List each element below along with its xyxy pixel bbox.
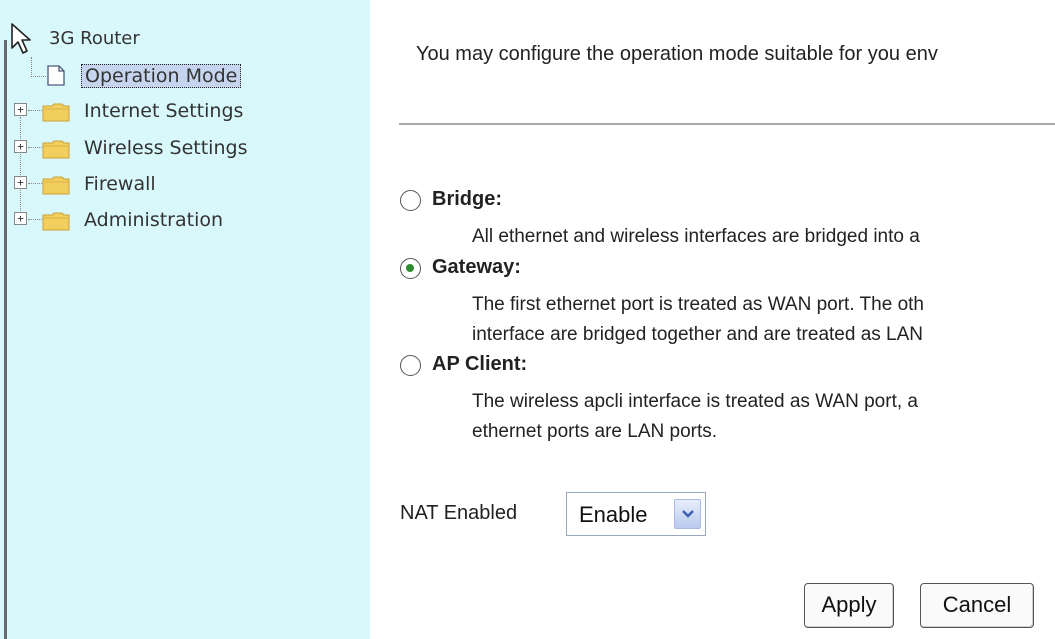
main-content: You may configure the operation mode sui… [370,0,1055,639]
gateway-radio[interactable] [400,258,421,279]
nat-select[interactable]: Enable [566,492,706,536]
tree-connector [28,110,42,111]
tree-connector [28,219,42,220]
divider [399,123,1055,125]
expand-plus-icon[interactable]: + [14,140,27,153]
nat-label: NAT Enabled [400,502,518,524]
tree-connector [31,76,46,77]
mouse-cursor-icon [11,23,31,54]
tree-connector [20,117,21,223]
tree-connector [31,57,32,77]
option-description: The first ethernet port is treated as WA… [472,290,924,350]
description-line: interface are bridged together and are t… [472,324,924,345]
nat-select-value: Enable [579,502,648,527]
page-description: You may configure the operation mode sui… [416,43,938,65]
page-icon [47,65,65,86]
dropdown-arrow-icon[interactable] [674,499,701,529]
sidebar-item-label: Internet Settings [84,100,244,122]
ap-client-radio[interactable] [400,355,421,376]
folder-icon [42,140,70,159]
expand-plus-icon[interactable]: + [14,103,27,116]
cancel-button[interactable]: Cancel [920,583,1034,628]
expand-plus-icon[interactable]: + [14,212,27,225]
sidebar-item-label: Firewall [84,173,156,195]
navigation-sidebar: 3G Router Operation Mode + Internet Sett… [0,0,370,639]
folder-icon [42,176,70,195]
bridge-radio[interactable] [400,190,421,211]
option-description: The wireless apcli interface is treated … [472,387,918,447]
apply-button[interactable]: Apply [804,583,894,628]
description-line: The wireless apcli interface is treated … [472,391,918,412]
option-title: Gateway: [432,256,521,278]
expand-plus-icon[interactable]: + [14,176,27,189]
option-description: All ethernet and wireless interfaces are… [472,222,920,252]
folder-icon [42,212,70,231]
tree-connector [28,147,42,148]
description-line: The first ethernet port is treated as WA… [472,294,924,315]
sidebar-item-label: Administration [84,209,224,231]
sidebar-item-label: Operation Mode [81,64,242,88]
sidebar-edge [4,40,7,639]
sidebar-item-label: Wireless Settings [84,137,248,159]
tree-root[interactable]: 3G Router [49,28,140,49]
description-line: ethernet ports are LAN ports. [472,421,718,442]
option-title: Bridge: [432,188,502,210]
description-line: All ethernet and wireless interfaces are… [472,226,920,247]
tree-connector [28,183,42,184]
folder-icon [42,103,70,122]
option-title: AP Client: [432,353,528,375]
tree-root-label: 3G Router [49,28,140,49]
